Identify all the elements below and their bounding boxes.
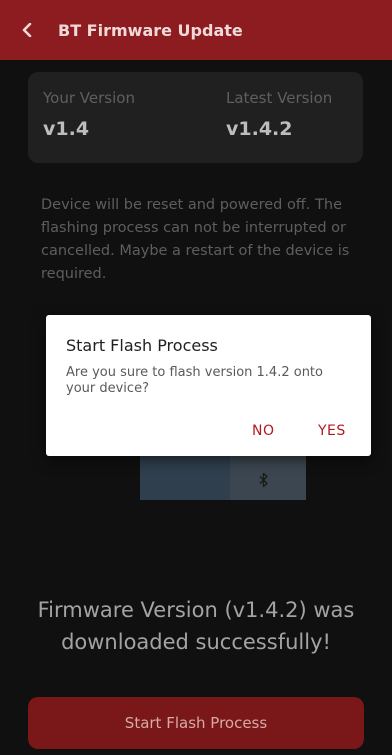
dialog-no-button[interactable]: NO — [252, 423, 275, 439]
firmware-update-screen: BT Firmware Update Your Version v1.4 Lat… — [0, 0, 392, 755]
dialog-message: Are you sure to flash version 1.4.2 onto… — [66, 365, 323, 396]
dialog-title: Start Flash Process — [66, 336, 218, 355]
dialog-yes-button[interactable]: YES — [318, 423, 346, 439]
confirm-flash-dialog: Start Flash Process Are you sure to flas… — [46, 315, 371, 456]
